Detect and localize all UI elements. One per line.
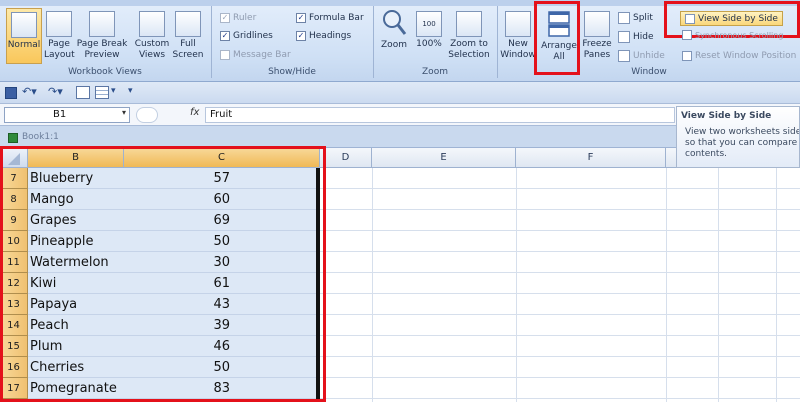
tooltip-text: View two worksheets side — [685, 127, 799, 137]
custom-views-icon — [139, 11, 165, 37]
save-icon[interactable] — [5, 87, 17, 99]
zoom-100-button[interactable]: 100 100% — [414, 8, 444, 64]
freeze-panes-button[interactable]: Freeze Panes — [580, 8, 614, 64]
table-icon[interactable] — [95, 86, 109, 99]
gridline — [320, 209, 800, 210]
gridline — [320, 251, 800, 252]
headings-checkbox[interactable]: ✓ Headings — [296, 29, 351, 43]
normal-view-button[interactable]: Normal — [6, 8, 42, 64]
formula-input[interactable]: Fruit — [205, 107, 675, 123]
zoom-selection-icon — [456, 11, 482, 37]
message-bar-checkbox[interactable]: Message Bar — [220, 48, 291, 62]
name-box-dropdown-icon[interactable]: ▾ — [122, 108, 126, 117]
gridline — [320, 272, 800, 273]
gridline — [718, 168, 719, 402]
ruler-checkbox[interactable]: ✓ Ruler — [220, 11, 256, 25]
zoom-group-label: Zoom — [422, 67, 448, 77]
hide-icon — [618, 31, 630, 43]
gridline — [320, 398, 800, 399]
insert-function-icon[interactable]: fx — [190, 107, 199, 118]
formula-bar-checkbox[interactable]: ✓ Formula Bar — [296, 11, 364, 25]
page-break-preview-icon — [89, 11, 115, 37]
column-header-f[interactable]: F — [516, 148, 666, 168]
gridline — [320, 335, 800, 336]
split-icon — [618, 12, 630, 24]
custom-views-button[interactable]: Custom Views — [134, 8, 170, 64]
quick-access-toolbar — [0, 82, 800, 104]
zoom-button[interactable]: Zoom — [378, 8, 410, 64]
tooltip-text: contents. — [685, 149, 728, 159]
gridline — [666, 168, 667, 402]
tooltip-text: so that you can compare t — [685, 138, 799, 148]
unhide-button[interactable]: Unhide — [618, 48, 665, 64]
check-icon: ✓ — [220, 13, 230, 23]
tooltip-title: View Side by Side — [681, 111, 772, 121]
gridline — [320, 230, 800, 231]
workbook-title: Book1:1 — [22, 132, 59, 142]
column-header-e[interactable]: E — [372, 148, 516, 168]
check-icon: ✓ — [220, 31, 230, 41]
split-button[interactable]: Split — [618, 10, 653, 26]
gridlines-checkbox[interactable]: ✓ Gridlines — [220, 29, 273, 43]
check-icon: ✓ — [296, 31, 306, 41]
gridline — [320, 356, 800, 357]
print-preview-icon[interactable] — [76, 86, 90, 99]
reset-position-icon — [682, 51, 692, 61]
unhide-icon — [618, 50, 630, 62]
zoom-to-selection-button[interactable]: Zoom to Selection — [446, 8, 492, 64]
hide-button[interactable]: Hide — [618, 29, 654, 45]
dropdown-icon[interactable]: ▾ — [111, 86, 116, 96]
workbook-views-group-label: Workbook Views — [68, 67, 142, 77]
synchronous-scrolling-button[interactable]: Synchronous Scrolling — [682, 29, 783, 41]
customize-toolbar-icon[interactable]: ▾ — [128, 86, 133, 96]
page-layout-button[interactable]: Page Layout — [44, 8, 75, 64]
new-window-button[interactable]: New Window — [500, 8, 536, 64]
gridline — [516, 168, 517, 402]
gridline — [320, 314, 800, 315]
page-layout-icon — [46, 11, 72, 37]
window-group-label: Window — [631, 67, 667, 77]
checkbox-empty-icon — [220, 50, 230, 60]
gridline — [372, 168, 373, 402]
gridline — [320, 293, 800, 294]
gridline — [320, 188, 800, 189]
name-box[interactable]: B1 — [4, 107, 130, 123]
magnifier-icon — [383, 10, 407, 35]
undo-icon[interactable]: ↶▾ — [22, 85, 37, 98]
show-hide-group-label: Show/Hide — [268, 67, 316, 77]
view-side-by-side-tooltip: View Side by Side View two worksheets si… — [676, 106, 800, 168]
sync-scroll-icon — [682, 30, 692, 40]
redo-icon[interactable]: ↷▾ — [48, 85, 63, 98]
column-header-d[interactable]: D — [320, 148, 372, 168]
zoom-100-icon: 100 — [416, 11, 442, 37]
full-screen-icon — [175, 11, 201, 37]
gridline — [776, 168, 777, 402]
reset-window-position-button[interactable]: Reset Window Position — [682, 48, 796, 64]
page-break-preview-button[interactable]: Page Break Preview — [76, 8, 128, 64]
full-screen-button[interactable]: Full Screen — [172, 8, 204, 64]
normal-view-icon — [11, 12, 37, 38]
freeze-panes-icon — [584, 11, 610, 37]
arrange-all-highlight — [534, 1, 580, 75]
selection-highlight — [0, 146, 326, 402]
new-window-icon — [505, 11, 531, 37]
formula-bar-handle[interactable] — [136, 107, 158, 123]
check-icon: ✓ — [296, 13, 306, 23]
gridline — [320, 377, 800, 378]
excel-doc-icon — [8, 133, 18, 143]
